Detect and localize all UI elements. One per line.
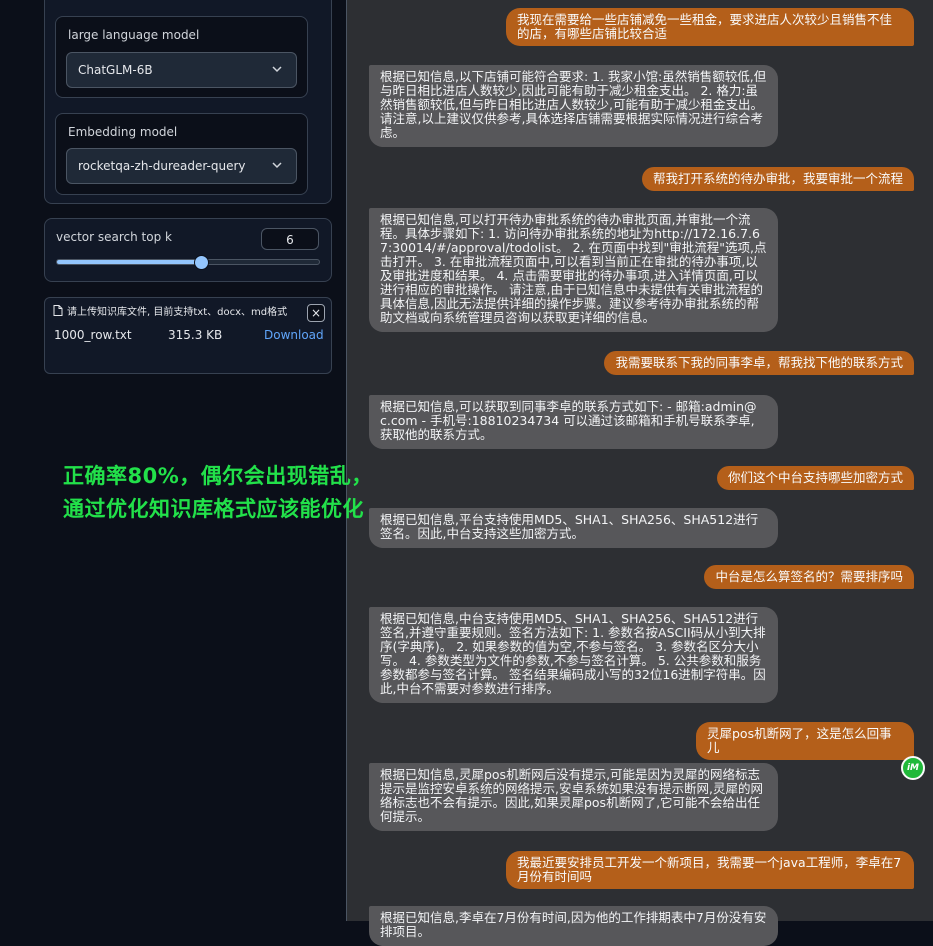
file-icon [53,305,63,316]
bot-message: 根据已知信息,以下店铺可能符合要求: 1. 我家小馆:虽然销售额较低,但与昨日相… [369,65,778,147]
im-badge-icon[interactable]: iM [901,756,925,780]
llm-select[interactable]: ChatGLM-6B [66,52,297,88]
model-settings-group: large language model ChatGLM-6B Embeddin… [44,0,332,204]
llm-label: large language model [68,28,200,42]
user-message: 帮我打开系统的待办审批，我要审批一个流程 [641,167,914,191]
overlay-annotation-line2: 通过优化知识库格式应该能优化 [63,497,364,521]
user-message: 中台是怎么算签名的？需要排序吗 [704,565,914,589]
user-message: 灵犀pos机断网了，这是怎么回事儿 [696,722,914,760]
bot-message: 根据已知信息,中台支持使用MD5、SHA1、SHA256、SHA512进行签名,… [369,607,778,703]
upload-heading: 请上传知识库文件, 目前支持txt、docx、md格式 [53,303,287,318]
file-upload-box[interactable]: 请上传知识库文件, 目前支持txt、docx、md格式 × 1000_row.t… [44,297,332,374]
user-message: 我最近要安排员工开发一个新项目，我需要一个java工程师，李卓在7月份有时间吗 [506,851,914,889]
top-k-slider-thumb[interactable] [194,255,210,270]
close-button[interactable]: × [307,304,325,322]
llm-select-value: ChatGLM-6B [78,63,153,77]
top-k-slider-group: vector search top k 6 [44,218,332,282]
chevron-down-icon [272,162,282,169]
bot-message: 根据已知信息,灵犀pos机断网后没有提示,可能是因为灵犀的网络标志提示是监控安卓… [369,763,778,831]
user-message: 你们这个中台支持哪些加密方式 [716,466,914,490]
embedding-select-value: rocketqa-zh-dureader-query [78,159,246,173]
embedding-label: Embedding model [68,125,178,139]
file-size: 315.3 KB [168,328,223,342]
embedding-select[interactable]: rocketqa-zh-dureader-query [66,148,297,184]
user-message: 我现在需要给一些店铺减免一些租金，要求进店人次较少且销售不佳的店，有哪些店铺比较… [506,8,914,46]
top-k-number-input[interactable]: 6 [261,228,319,250]
overlay-annotation-line1: 正确率80%，偶尔会出现错乱， [63,464,373,488]
file-name: 1000_row.txt [54,328,132,342]
bot-message: 根据已知信息,李卓在7月份有时间,因为他的工作排期表中7月份没有安排项目。 [369,906,778,946]
top-k-slider-fill [57,260,202,264]
user-message: 我需要联系下我的同事李卓，帮我找下他的联系方式 [604,351,914,375]
download-link[interactable]: Download [264,328,324,342]
bot-message: 根据已知信息,可以获取到同事李卓的联系方式如下: - 邮箱:admin@c.co… [369,395,778,449]
bot-message: 根据已知信息,可以打开待办审批系统的待办审批页面,并审批一个流程。具体步骤如下:… [369,208,778,332]
upload-heading-text: 请上传知识库文件, 目前支持txt、docx、md格式 [67,307,288,318]
llm-field: large language model ChatGLM-6B [55,16,308,98]
top-k-slider-track[interactable] [56,255,320,270]
top-k-label: vector search top k [56,230,172,244]
chevron-down-icon [272,66,282,73]
embedding-field: Embedding model rocketqa-zh-dureader-que… [55,113,308,195]
